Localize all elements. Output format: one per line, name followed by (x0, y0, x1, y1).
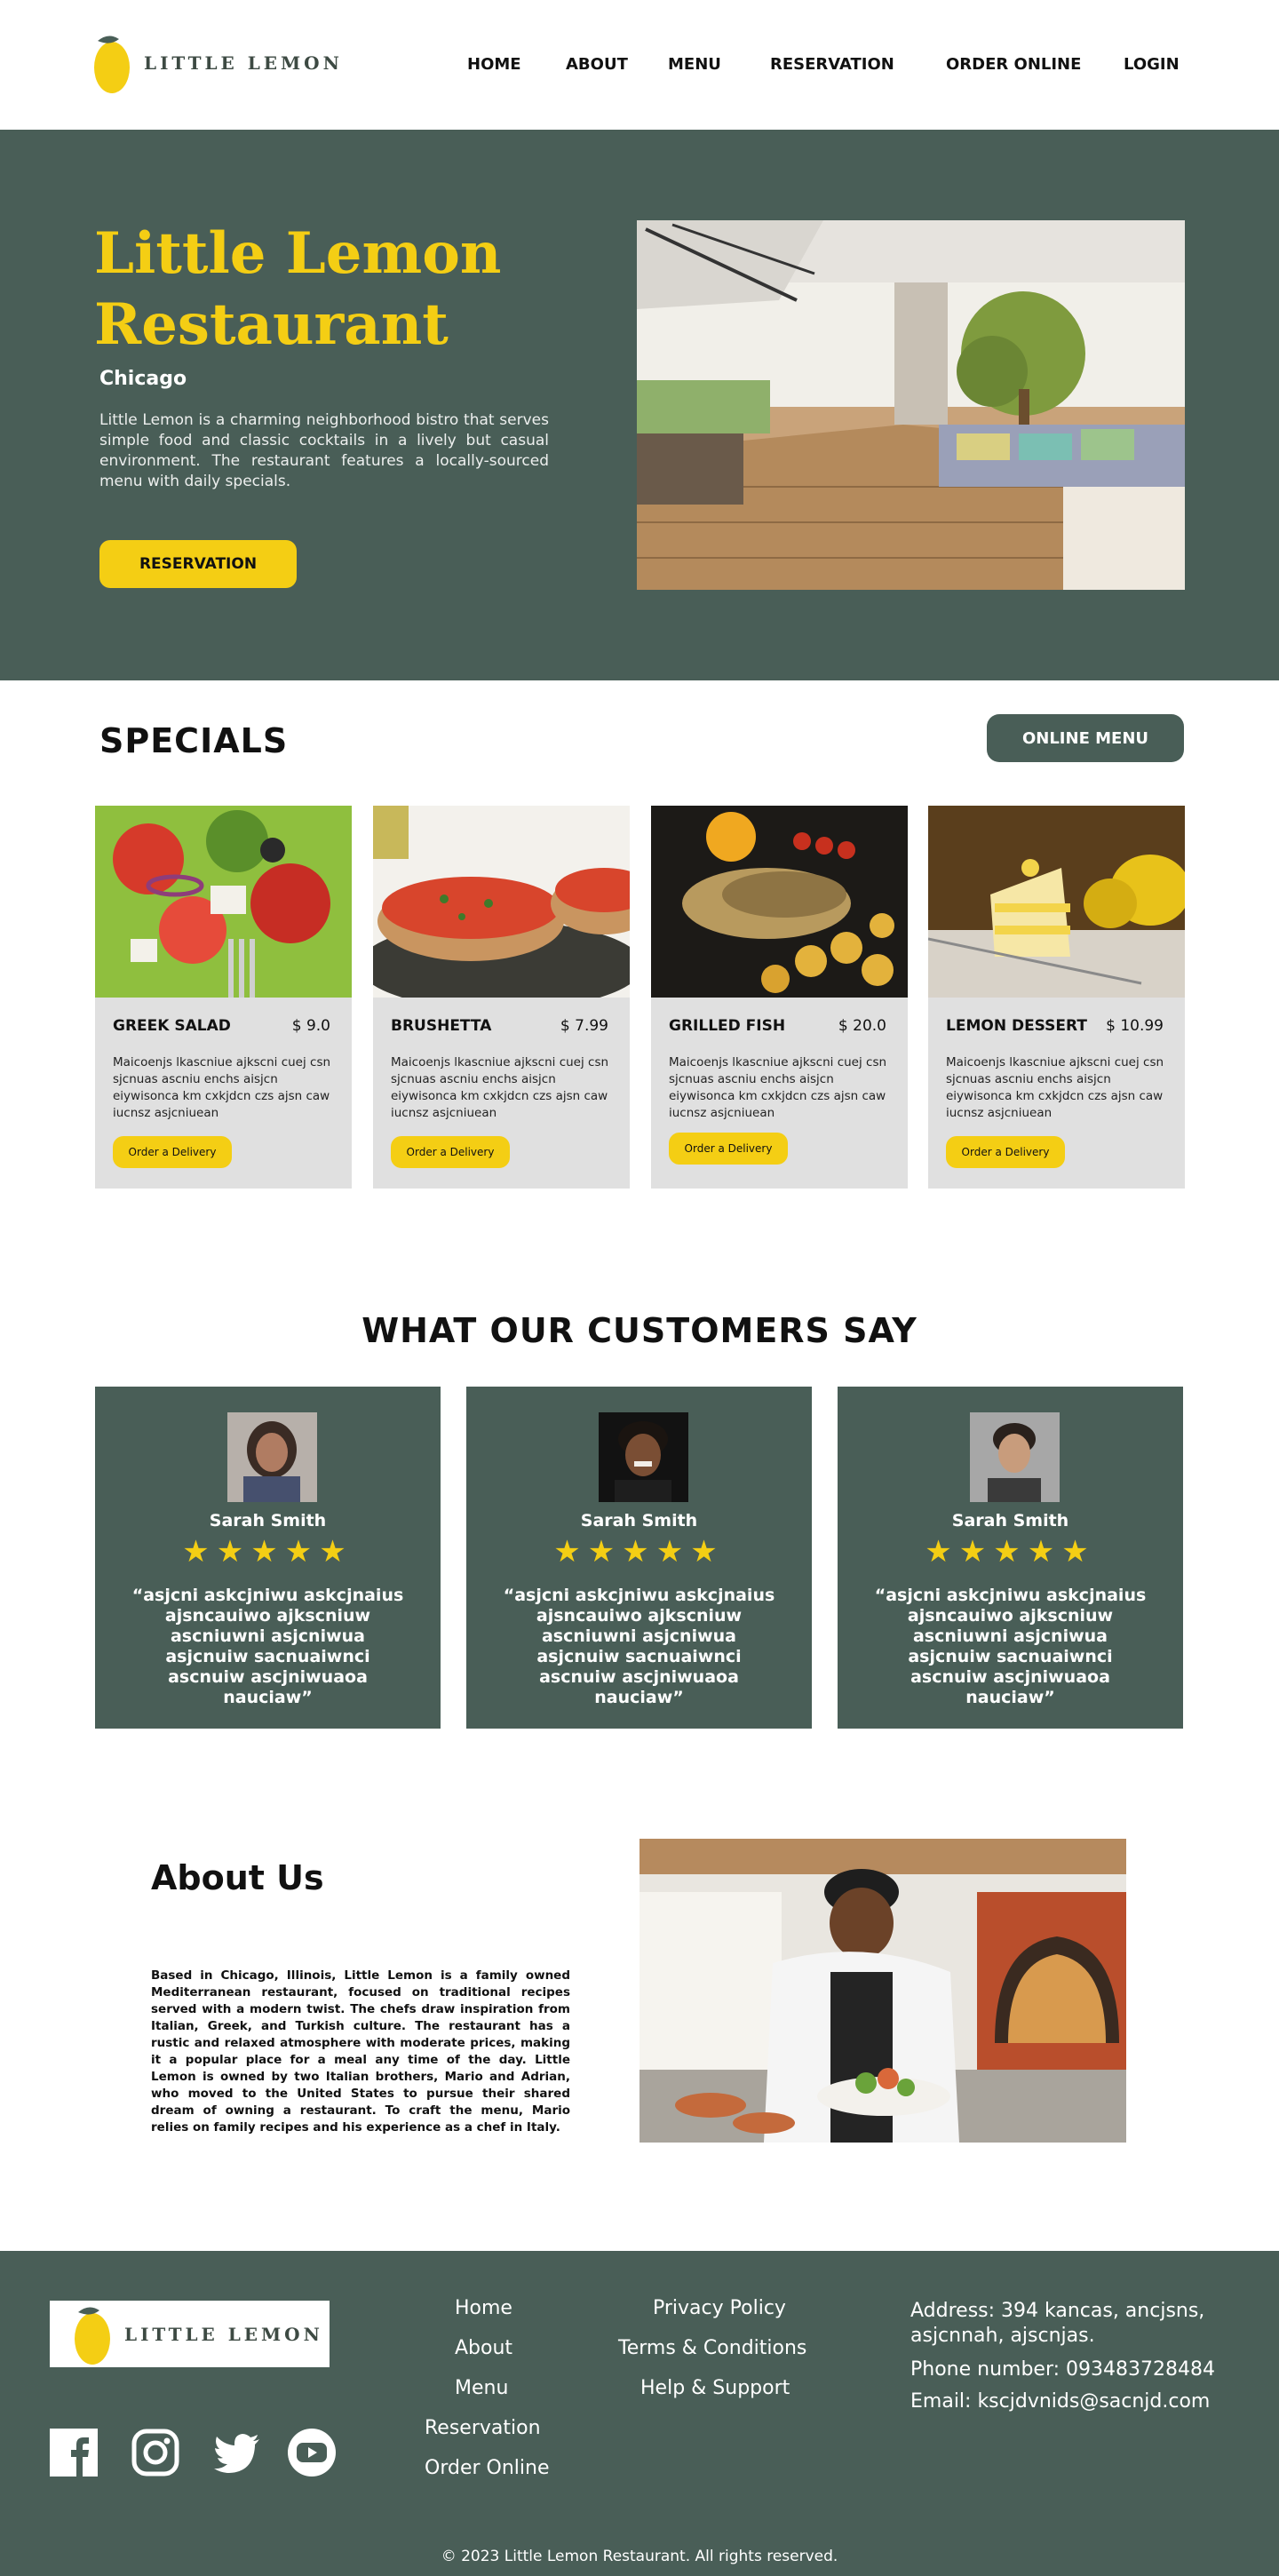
avatar (599, 1412, 688, 1502)
nav-login[interactable]: LOGIN (1124, 55, 1180, 74)
chef-photo (640, 1839, 1126, 2143)
special-description: Maicoenjs lkascniue ajkscni cuej csn sjc… (946, 1055, 1164, 1120)
testimonial-card: Sarah Smith ★★★★★ “asjcni askcjniwu askc… (95, 1387, 441, 1729)
nav-home[interactable]: HOME (467, 55, 521, 74)
twitter-icon[interactable] (213, 2429, 261, 2477)
footer-email[interactable]: Email: kscjdvnids@sacnjd.com (910, 2389, 1210, 2414)
footer-phone: Phone number: 093483728484 (910, 2358, 1215, 2381)
reviewer-name: Sarah Smith (209, 1511, 327, 1530)
testimonials-title: WHAT OUR CUSTOMERS SAY (361, 1311, 918, 1350)
footer-address: Address: 394 kancas, ancjsns, asjcnnah, … (910, 2300, 1205, 2347)
star-rating-icon: ★★★★★ (925, 1534, 1096, 1570)
special-name: GREEK SALAD (113, 1017, 231, 1035)
instagram-icon[interactable] (131, 2429, 179, 2477)
footer-link-order-online[interactable]: Order Online (425, 2457, 549, 2479)
hero-section: Little Lemon Restaurant Chicago Little L… (0, 130, 1279, 680)
about-title: About Us (151, 1858, 324, 1897)
special-name: BRUSHETTA (391, 1017, 492, 1035)
greek-salad-photo (95, 806, 352, 998)
lemon-icon (75, 2306, 110, 2365)
facebook-icon[interactable] (50, 2429, 98, 2477)
hero-title: Little Lemon Restaurant (94, 219, 592, 361)
testimonial-card: Sarah Smith ★★★★★ “asjcni askcjniwu askc… (838, 1387, 1183, 1729)
footer-link-terms[interactable]: Terms & Conditions (618, 2337, 806, 2359)
order-delivery-button[interactable]: Order a Delivery (669, 1133, 788, 1165)
avatar (227, 1412, 317, 1502)
hero-subtitle: Chicago (99, 368, 187, 390)
star-rating-icon: ★★★★★ (182, 1534, 354, 1570)
nav-about[interactable]: ABOUT (566, 55, 628, 74)
footer-link-about[interactable]: About (455, 2337, 512, 2359)
star-rating-icon: ★★★★★ (553, 1534, 725, 1570)
logo-text: LITTLE LEMON (144, 52, 343, 74)
reservation-button[interactable]: RESERVATION (99, 540, 297, 588)
special-name: LEMON DESSERT (946, 1017, 1087, 1035)
special-card-greek-salad: GREEK SALAD $ 9.0 Maicoenjs lkascniue aj… (95, 806, 352, 1189)
order-delivery-button[interactable]: Order a Delivery (946, 1136, 1065, 1168)
review-quote: “asjcni askcjniwu askcjnaius ajsncauiwo … (874, 1586, 1147, 1707)
reviewer-name: Sarah Smith (951, 1511, 1069, 1530)
hero-title-line2: Restaurant (94, 291, 449, 358)
online-menu-button[interactable]: ONLINE MENU (987, 714, 1184, 762)
logo[interactable]: LITTLE LEMON (92, 30, 343, 96)
testimonial-card: Sarah Smith ★★★★★ “asjcni askcjniwu askc… (466, 1387, 812, 1729)
review-quote: “asjcni askcjniwu askcjnaius ajsncauiwo … (131, 1586, 404, 1707)
special-card-grilled-fish: GRILLED FISH $ 20.0 Maicoenjs lkascniue … (651, 806, 908, 1189)
special-price: $ 7.99 (560, 1017, 608, 1035)
specials-title: SPECIALS (99, 721, 289, 760)
special-price: $ 20.0 (838, 1017, 886, 1035)
special-description: Maicoenjs lkascniue ajkscni cuej csn sjc… (391, 1055, 609, 1120)
hero-title-line1: Little Lemon (94, 220, 502, 287)
footer-logo[interactable]: LITTLE LEMON (50, 2301, 330, 2367)
special-name: GRILLED FISH (669, 1017, 786, 1035)
order-delivery-button[interactable]: Order a Delivery (113, 1136, 232, 1168)
youtube-icon[interactable] (288, 2429, 336, 2477)
footer: LITTLE LEMON Home About Menu Reservation… (0, 2251, 1279, 2576)
nav-reservation[interactable]: RESERVATION (770, 55, 894, 74)
about-text: Based in Chicago, Illinois, Little Lemon… (151, 1968, 570, 2135)
footer-link-home[interactable]: Home (455, 2297, 512, 2319)
special-card-brushetta: BRUSHETTA $ 7.99 Maicoenjs lkascniue ajk… (373, 806, 630, 1189)
hero-description: Little Lemon is a charming neighborhood … (99, 411, 549, 490)
footer-link-help[interactable]: Help & Support (640, 2377, 790, 2399)
nav-menu[interactable]: MENU (668, 55, 721, 74)
special-description: Maicoenjs lkascniue ajkscni cuej csn sjc… (669, 1055, 887, 1120)
footer-link-reservation[interactable]: Reservation (425, 2417, 541, 2439)
nav-order-online[interactable]: ORDER ONLINE (946, 55, 1081, 74)
lemon-icon (94, 36, 130, 93)
restaurant-photo (637, 220, 1185, 590)
footer-link-menu[interactable]: Menu (455, 2377, 508, 2399)
top-nav: LITTLE LEMON HOME ABOUT MENU RESERVATION… (0, 0, 1279, 130)
reviewer-name: Sarah Smith (580, 1511, 698, 1530)
order-delivery-button[interactable]: Order a Delivery (391, 1136, 510, 1168)
review-quote: “asjcni askcjniwu askcjnaius ajsncauiwo … (503, 1586, 775, 1707)
brushetta-photo (373, 806, 630, 998)
special-price: $ 10.99 (1106, 1017, 1164, 1035)
special-description: Maicoenjs lkascniue ajkscni cuej csn sjc… (113, 1055, 331, 1120)
footer-link-privacy[interactable]: Privacy Policy (653, 2297, 786, 2319)
avatar (970, 1412, 1060, 1502)
special-card-lemon-dessert: LEMON DESSERT $ 10.99 Maicoenjs lkascniu… (928, 806, 1185, 1189)
copyright: © 2023 Little Lemon Restaurant. All righ… (441, 2548, 838, 2565)
grilled-fish-photo (651, 806, 908, 998)
lemon-dessert-photo (928, 806, 1185, 998)
footer-logo-text: LITTLE LEMON (124, 2323, 323, 2345)
special-price: $ 9.0 (291, 1017, 330, 1035)
